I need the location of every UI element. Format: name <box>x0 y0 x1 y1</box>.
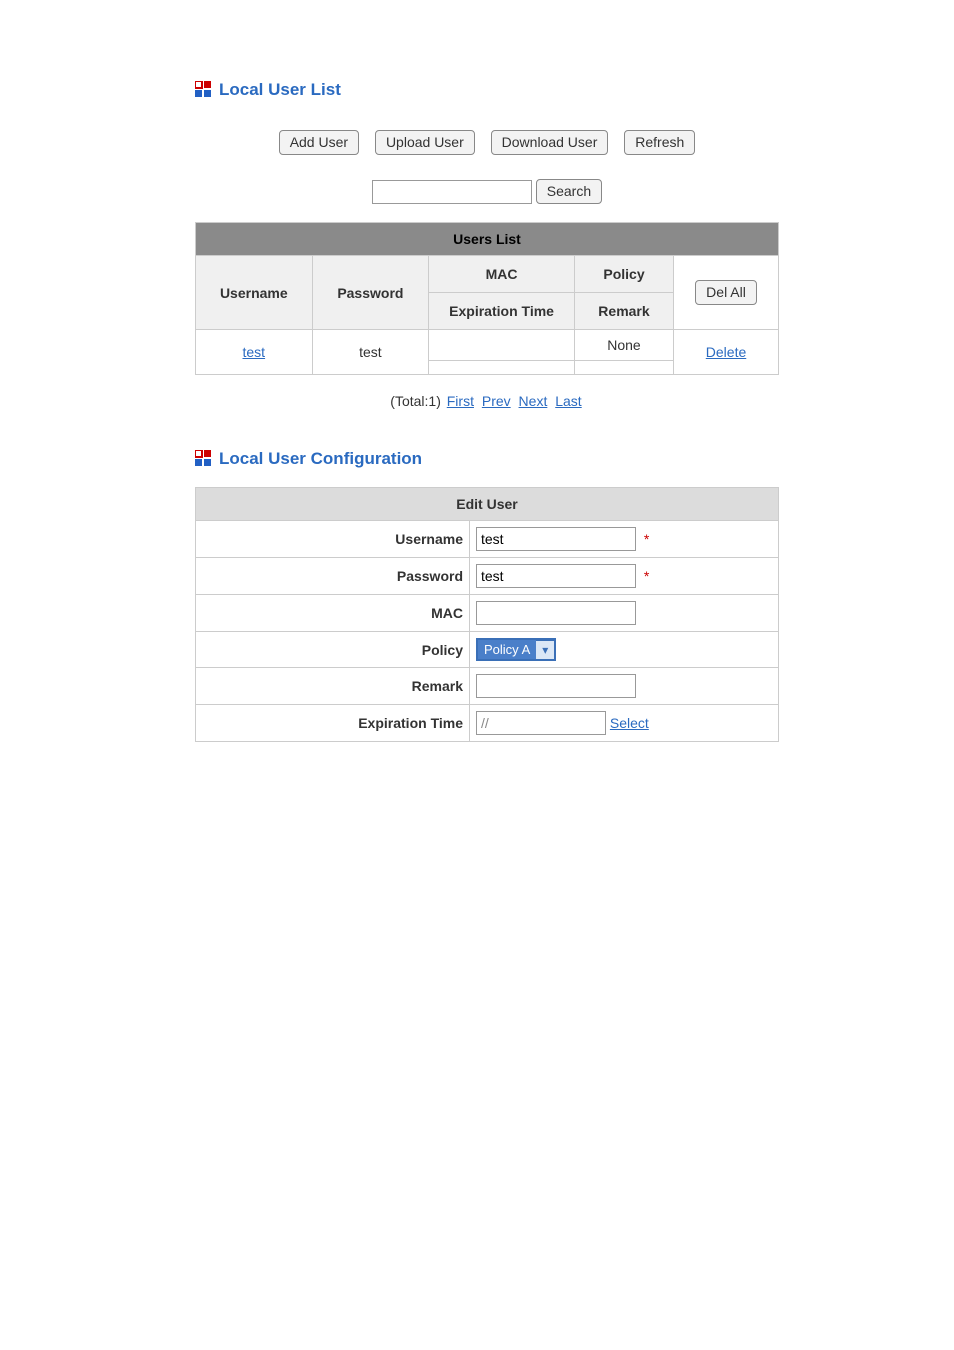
label-mac: MAC <box>196 595 470 632</box>
local-user-list-title: Local User List <box>219 80 341 100</box>
label-remark: Remark <box>196 668 470 705</box>
del-all-button[interactable]: Del All <box>695 280 757 305</box>
policy-select-value: Policy A <box>478 640 536 659</box>
upload-user-button[interactable]: Upload User <box>375 130 475 155</box>
mac-cell <box>429 330 575 361</box>
label-expiration: Expiration Time <box>196 705 470 742</box>
policy-cell: None <box>574 330 673 361</box>
delete-link[interactable]: Delete <box>706 344 746 360</box>
search-input[interactable] <box>372 180 532 204</box>
username-field[interactable] <box>476 527 636 551</box>
section-icon <box>195 81 211 100</box>
pager-next[interactable]: Next <box>519 393 548 409</box>
required-mark: * <box>644 531 649 547</box>
col-policy: Policy <box>574 256 673 293</box>
download-user-button[interactable]: Download User <box>491 130 609 155</box>
section-icon <box>195 450 211 469</box>
pager-last[interactable]: Last <box>555 393 581 409</box>
policy-select[interactable]: Policy A ▾ <box>476 638 556 661</box>
local-user-config-title: Local User Configuration <box>219 449 422 469</box>
search-button[interactable]: Search <box>536 179 602 204</box>
username-link[interactable]: test <box>243 344 266 360</box>
col-mac: MAC <box>429 256 575 293</box>
remark-field[interactable] <box>476 674 636 698</box>
password-cell: test <box>312 330 429 375</box>
refresh-button[interactable]: Refresh <box>624 130 695 155</box>
password-field[interactable] <box>476 564 636 588</box>
label-username: Username <box>196 521 470 558</box>
label-password: Password <box>196 558 470 595</box>
label-policy: Policy <box>196 632 470 668</box>
expiration-cell <box>429 361 575 375</box>
edit-user-caption: Edit User <box>196 488 779 521</box>
mac-field[interactable] <box>476 601 636 625</box>
required-mark: * <box>644 568 649 584</box>
chevron-down-icon: ▾ <box>536 641 554 659</box>
col-remark: Remark <box>574 293 673 330</box>
col-expiration: Expiration Time <box>429 293 575 330</box>
remark-cell <box>574 361 673 375</box>
table-row: test test None Delete <box>196 330 779 361</box>
select-link[interactable]: Select <box>610 715 649 731</box>
add-user-button[interactable]: Add User <box>279 130 359 155</box>
expiration-field[interactable] <box>476 711 606 735</box>
pager-prev[interactable]: Prev <box>482 393 511 409</box>
col-password: Password <box>312 256 429 330</box>
users-list-caption: Users List <box>196 223 779 256</box>
pager-first[interactable]: First <box>447 393 474 409</box>
col-username: Username <box>196 256 313 330</box>
pager-total: (Total:1) <box>390 393 441 409</box>
